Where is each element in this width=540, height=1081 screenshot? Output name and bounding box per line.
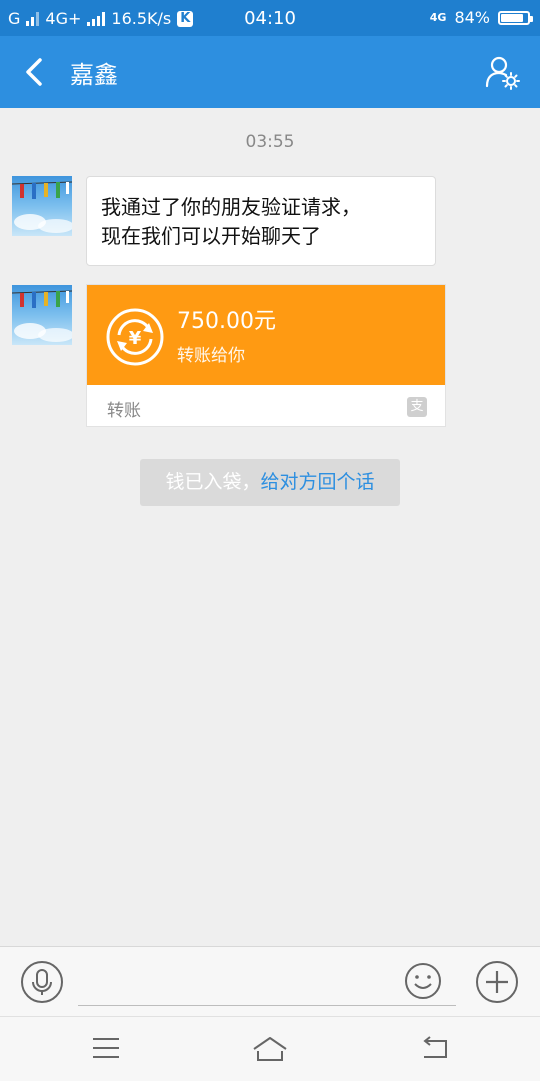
status-right: 4G 84% xyxy=(429,8,533,27)
avatar-image-icon xyxy=(12,181,72,233)
chat-title: 嘉鑫 xyxy=(70,61,118,89)
emoji-icon[interactable] xyxy=(404,962,442,1000)
battery-percent: 84% xyxy=(454,8,490,27)
network-right-label: 4G xyxy=(429,11,447,24)
system-tip: 钱已入袋，给对方回个话 xyxy=(140,459,400,506)
transfer-label: 转账 xyxy=(107,401,141,421)
transfer-amount: 750.00元 xyxy=(177,309,276,334)
nav-bar: 嘉鑫 xyxy=(0,36,540,108)
contact-avatar[interactable] xyxy=(12,285,72,345)
transfer-coin-icon: ¥ xyxy=(106,308,164,366)
voice-input-icon[interactable] xyxy=(20,960,64,1004)
message-line-1: 我通过了你的朋友验证请求， xyxy=(101,195,361,219)
transfer-description: 转账给你 xyxy=(177,346,245,366)
svg-text:¥: ¥ xyxy=(129,328,142,349)
input-bar xyxy=(0,946,540,1017)
menu-icon[interactable] xyxy=(92,1035,120,1061)
avatar-image-icon xyxy=(12,290,72,342)
profile-settings-icon[interactable] xyxy=(484,54,520,90)
battery-fill xyxy=(501,13,523,22)
contact-avatar[interactable] xyxy=(12,176,72,236)
back-arrow-icon[interactable] xyxy=(18,54,54,90)
system-nav-bar xyxy=(0,1016,540,1081)
status-bar: G 4G+ 16.5K/s K 04:10 4G 84% xyxy=(0,0,540,36)
transfer-card[interactable]: ¥ 750.00元 转账给你 转账 支 xyxy=(86,284,446,427)
battery-icon xyxy=(498,10,533,25)
transfer-card-header: ¥ 750.00元 转账给你 xyxy=(87,285,445,385)
reply-link[interactable]: 给对方回个话 xyxy=(261,471,375,493)
alipay-icon: 支 xyxy=(407,397,427,417)
message-bubble[interactable]: 我通过了你的朋友验证请求， 现在我们可以开始聊天了 xyxy=(86,176,436,266)
back-icon[interactable] xyxy=(420,1035,450,1061)
message-input[interactable] xyxy=(78,1005,456,1006)
system-tip-text: 钱已入袋， xyxy=(165,471,261,493)
chat-timestamp: 03:55 xyxy=(245,132,295,152)
home-icon[interactable] xyxy=(252,1035,288,1063)
plus-icon[interactable] xyxy=(475,960,519,1004)
message-line-2: 现在我们可以开始聊天了 xyxy=(101,224,321,248)
